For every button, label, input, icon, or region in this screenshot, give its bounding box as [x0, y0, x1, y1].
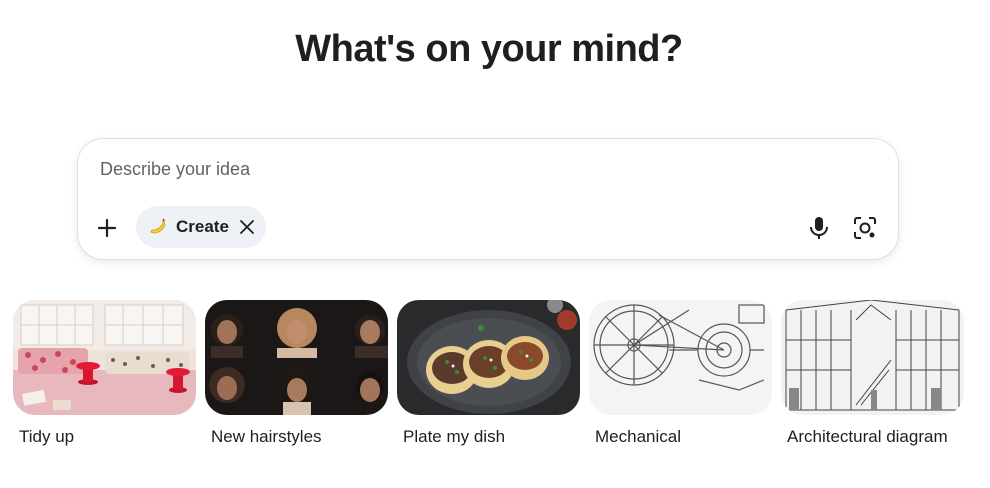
bicycle-sketch-image: [589, 300, 772, 415]
close-icon[interactable]: [239, 219, 255, 235]
create-mode-chip[interactable]: Create: [136, 206, 266, 248]
suggestion-label: Tidy up: [19, 427, 75, 446]
suggestion-card-tidy-up[interactable]: Tidy up: [13, 300, 196, 446]
prompt-input[interactable]: [100, 155, 780, 183]
hairstyle-portraits-image: [205, 300, 388, 415]
suggestion-label: Plate my dish: [403, 427, 506, 446]
banana-icon: [148, 217, 168, 237]
building-section-image: [781, 300, 964, 415]
suggestion-card-mechanical[interactable]: Mechanical: [589, 300, 772, 446]
messy-living-room-image: [13, 300, 196, 415]
microphone-icon[interactable]: [806, 215, 832, 241]
suggestion-card-new-hairstyles[interactable]: New hairstyles: [205, 300, 388, 446]
tacos-plate-image: [397, 300, 580, 415]
suggestion-label: New hairstyles: [211, 427, 322, 446]
suggestion-label: Architectural diagram: [787, 427, 948, 446]
chip-label: Create: [176, 217, 229, 236]
suggestion-card-plate-my-dish[interactable]: Plate my dish: [397, 300, 580, 446]
suggestion-card-architectural-diagram[interactable]: Architectural diagram: [781, 300, 964, 446]
page-title: What's on your mind?: [295, 28, 683, 70]
suggestion-label: Mechanical: [595, 427, 681, 446]
prompt-box[interactable]: Create: [77, 138, 899, 260]
camera-icon[interactable]: [852, 215, 878, 241]
plus-icon[interactable]: [94, 215, 120, 241]
